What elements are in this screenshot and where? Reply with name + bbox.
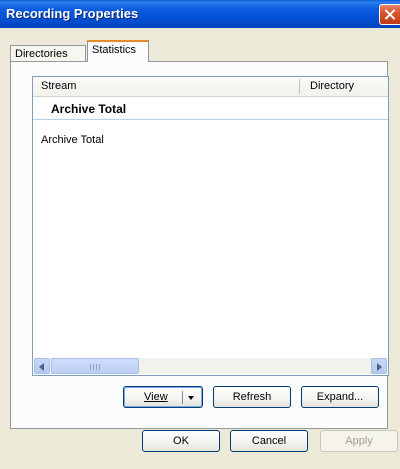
cancel-button[interactable]: Cancel [230, 430, 308, 452]
close-icon[interactable] [379, 4, 400, 25]
dropdown-caret-icon [188, 396, 194, 400]
title-bar: Recording Properties [0, 0, 400, 28]
window-title: Recording Properties [6, 6, 139, 21]
apply-button[interactable]: Apply [320, 430, 398, 452]
horizontal-scrollbar[interactable] [34, 358, 387, 374]
scroll-grip [90, 364, 100, 370]
tab-directories[interactable]: Directories [10, 45, 86, 61]
statistics-list[interactable]: Stream Directory Archive Total Archive T… [32, 76, 389, 376]
list-item[interactable]: Archive Total [41, 134, 104, 146]
group-header: Archive Total [51, 102, 127, 116]
ok-button[interactable]: OK [142, 430, 220, 452]
column-divider[interactable] [299, 79, 300, 94]
scroll-thumb[interactable] [51, 358, 139, 374]
expand-button[interactable]: Expand... [301, 386, 379, 408]
column-header-stream[interactable]: Stream [41, 80, 76, 92]
column-header-directory[interactable]: Directory [310, 80, 354, 92]
scroll-left-button[interactable] [34, 358, 50, 374]
tab-statistics[interactable]: Statistics [87, 40, 149, 62]
refresh-button[interactable]: Refresh [213, 386, 291, 408]
list-header: Stream Directory [33, 77, 388, 97]
group-divider [33, 119, 388, 120]
scroll-right-button[interactable] [371, 358, 387, 374]
split-separator [182, 391, 183, 404]
scroll-right-icon [377, 363, 382, 371]
view-button[interactable]: View [123, 386, 203, 408]
scroll-left-icon [39, 363, 44, 371]
view-button-label: View [144, 391, 168, 403]
